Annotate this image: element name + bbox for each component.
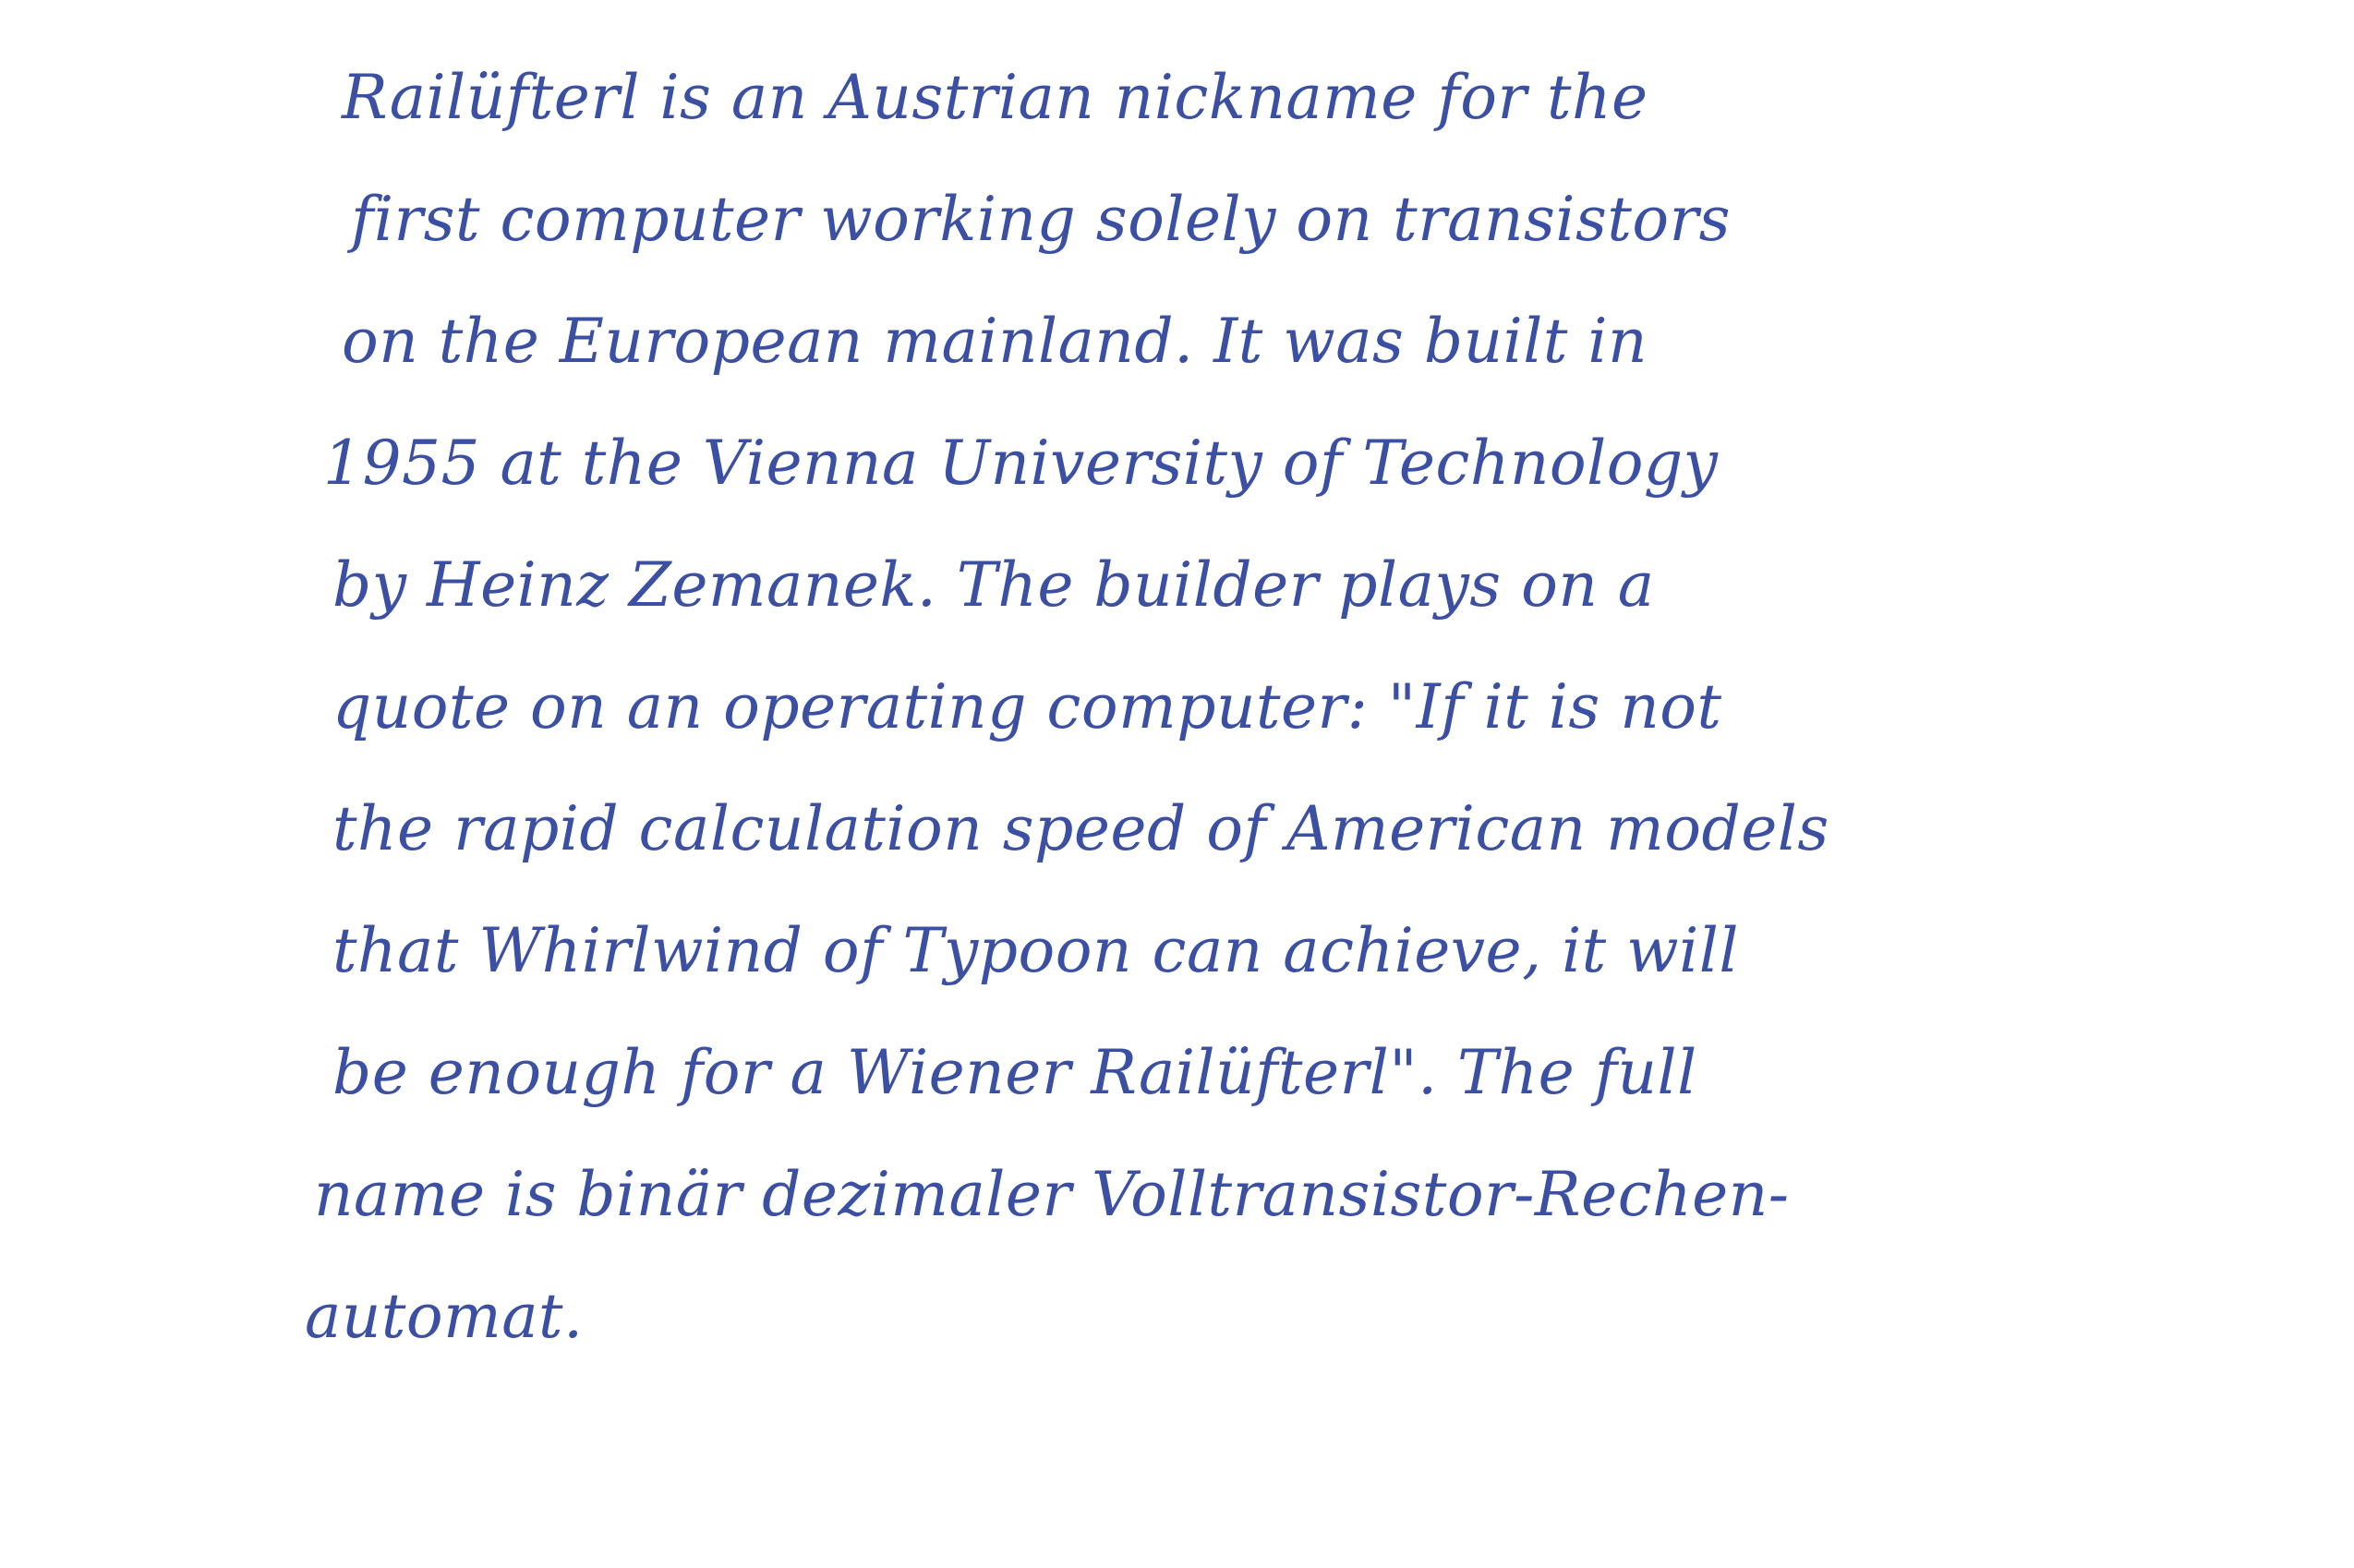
handwritten-text: Railüfterl is an Austrian nickname for t… xyxy=(305,37,2152,1378)
text-line-10: name is binär dezimaler Volltransistor-R… xyxy=(314,1159,1790,1230)
text-line-1: Railüfterl is an Austrian nickname for t… xyxy=(342,62,1648,133)
text-line-3: on the European mainland. It was built i… xyxy=(342,306,1648,377)
text-line-7: the rapid calculation speed of American … xyxy=(332,793,1829,864)
text-line-2: first computer working solely on transis… xyxy=(351,184,1732,255)
handwritten-page: Railüfterl is an Austrian nickname for t… xyxy=(0,0,2354,1568)
text-line-5: by Heinz Zemanek. The builder plays on a xyxy=(332,549,1655,621)
text-line-4: 1955 at the Vienna University of Technol… xyxy=(323,428,1719,499)
text-line-11: automat. xyxy=(305,1281,584,1352)
text-line-9: be enough for a Wiener Railüfterl". The … xyxy=(332,1037,1697,1108)
text-line-8: that Whirlwind of Typoon can achieve, it… xyxy=(332,915,1740,986)
text-line-6: quote on an operating computer: "If it i… xyxy=(332,671,1722,742)
